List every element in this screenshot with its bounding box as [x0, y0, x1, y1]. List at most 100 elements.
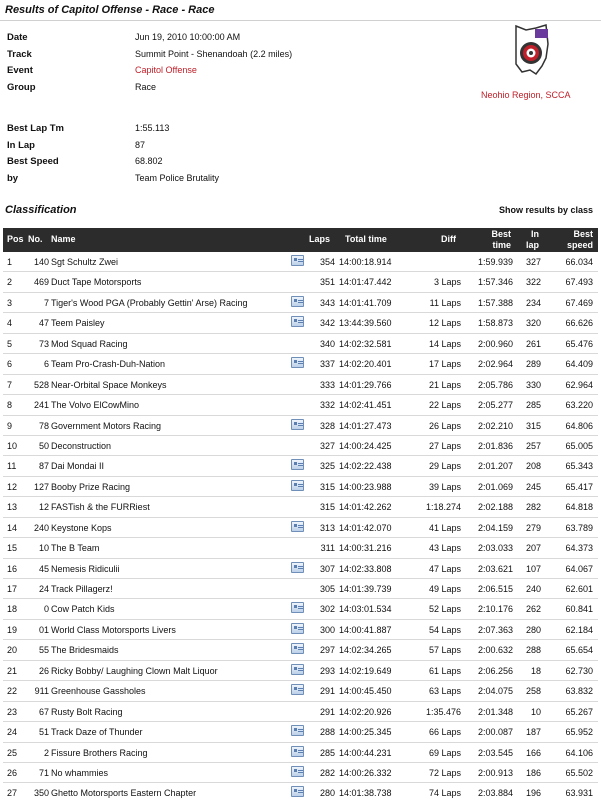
driver-card-icon[interactable]	[291, 357, 304, 369]
best-speed-cell: 67.469	[565, 297, 593, 308]
in-lap-cell: 262	[525, 604, 541, 615]
driver-card-icon[interactable]	[291, 725, 304, 737]
car-number-cell: 0	[43, 604, 49, 615]
driver-card-icon[interactable]	[291, 295, 304, 307]
team-name-cell: FASTish & the FURRiest	[51, 502, 150, 513]
table-row: 5 73 Mod Squad Racing 340 14:02:32.581 14 Lap…	[3, 334, 598, 355]
team-name-cell: Teem Paisley	[51, 318, 105, 329]
header-name[interactable]: Name	[51, 234, 76, 244]
driver-card-icon[interactable]	[291, 684, 304, 696]
best-time-cell: 2:05.786	[477, 379, 513, 390]
driver-card-icon[interactable]	[291, 561, 304, 573]
team-name-cell: Greenhouse Gassholes	[51, 686, 146, 697]
best-time-cell: 1:58.873	[477, 318, 513, 329]
driver-card-icon[interactable]	[291, 622, 304, 634]
position-cell: 6	[7, 359, 13, 370]
driver-card-icon[interactable]	[291, 602, 304, 614]
table-row: 24 51 Track Daze of Thunder 288 14:00:25.345…	[3, 722, 598, 743]
best-time-cell: 1:57.346	[477, 277, 513, 288]
total-time-cell: 14:02:20.401	[339, 359, 392, 370]
best-speed-cell: 64.373	[565, 543, 593, 554]
position-cell: 21	[7, 665, 18, 676]
in-lap-cell: 330	[525, 379, 541, 390]
header-in-lap-1[interactable]: In	[523, 229, 539, 239]
header-in-lap-2[interactable]: lap	[521, 240, 539, 250]
in-lap-cell: 282	[525, 502, 541, 513]
header-best-time-2[interactable]: time	[485, 240, 511, 250]
event-link[interactable]: Capitol Offense	[135, 65, 197, 75]
best-speed-cell: 63.832	[565, 686, 593, 697]
total-time-cell: 14:02:20.926	[339, 706, 392, 717]
total-time-cell: 14:01:42.262	[339, 502, 392, 513]
header-diff[interactable]: Diff	[441, 234, 456, 244]
total-time-cell: 14:00:23.988	[339, 481, 392, 492]
driver-card-icon[interactable]	[291, 418, 304, 430]
best-time-cell: 2:10.176	[477, 604, 513, 615]
header-laps[interactable]: Laps	[309, 234, 330, 244]
laps-cell: 300	[319, 624, 335, 635]
car-number-cell: 140	[33, 257, 49, 267]
best-time-cell: 2:03.033	[477, 543, 513, 554]
car-number-cell: 10	[38, 543, 49, 554]
stat-label: In Lap	[7, 139, 35, 151]
laps-cell: 332	[319, 400, 335, 411]
driver-card-icon[interactable]	[291, 786, 304, 798]
header-best-speed-1[interactable]: Best	[563, 229, 593, 239]
total-time-cell: 14:00:44.231	[339, 747, 392, 758]
car-number-cell: 50	[38, 440, 49, 451]
stat-row-in-lap: In Lap 87	[7, 140, 447, 154]
driver-card-icon[interactable]	[291, 520, 304, 532]
table-row: 18 0 Cow Patch Kids 302 14:03:01.534 52 Laps 2…	[3, 599, 598, 620]
header-total-time[interactable]: Total time	[345, 234, 387, 244]
header-best-time-1[interactable]: Best	[485, 229, 511, 239]
driver-card-icon[interactable]	[291, 663, 304, 675]
table-row: 10 50 Deconstruction 327 14:00:24.425 27 Laps…	[3, 436, 598, 457]
table-row: 27 350 Ghetto Motorsports Eastern Chapter 2…	[3, 783, 598, 800]
team-name-cell: World Class Motorsports Livers	[51, 624, 176, 635]
driver-card-icon[interactable]	[291, 765, 304, 777]
driver-card-icon[interactable]	[291, 255, 304, 266]
ohio-map-icon	[515, 24, 549, 76]
table-row: 11 87 Dai Mondai II 325 14:02:22.438 29 Laps 2…	[3, 456, 598, 477]
show-by-class-link[interactable]: Show results by class	[499, 205, 593, 215]
in-lap-cell: 322	[525, 277, 541, 288]
table-row: 26 71 No whammies 282 14:00:26.332 72 Laps 2:0…	[3, 763, 598, 784]
driver-card-icon[interactable]	[291, 459, 304, 471]
total-time-cell: 14:01:39.739	[339, 584, 392, 594]
table-row: 8 241 The Volvo ElCowMino 332 14:02:41.451 22…	[3, 395, 598, 416]
laps-cell: 291	[319, 686, 335, 697]
header-pos[interactable]: Pos	[7, 234, 24, 244]
car-number-cell: 350	[33, 788, 49, 799]
diff-cell: 66 Laps	[428, 727, 461, 738]
driver-card-icon[interactable]	[291, 643, 304, 655]
best-speed-cell: 63.931	[565, 788, 593, 799]
table-row: 1 140 Sgt Schultz Zwei 354 14:00:18.914 1:59.…	[3, 252, 598, 273]
team-name-cell: Deconstruction	[51, 440, 112, 451]
region-link[interactable]: Neohio Region, SCCA	[481, 90, 571, 100]
team-name-cell: Nemesis Ridiculii	[51, 563, 120, 574]
in-lap-cell: 207	[525, 543, 541, 554]
total-time-cell: 13:44:39.560	[339, 318, 392, 329]
total-time-cell: 14:01:47.442	[339, 277, 392, 288]
driver-card-icon[interactable]	[291, 745, 304, 757]
stat-value: Team Police Brutality	[135, 172, 220, 183]
header-best-speed-2[interactable]: speed	[558, 240, 593, 250]
car-number-cell: 241	[33, 400, 49, 411]
position-cell: 17	[7, 584, 18, 594]
table-row: 16 45 Nemesis Ridiculii 307 14:02:33.808 47 L…	[3, 559, 598, 579]
driver-card-icon[interactable]	[291, 479, 304, 491]
table-row: 20 55 The Bridesmaids 297 14:02:34.265 57 Lap…	[3, 640, 598, 661]
best-speed-cell: 64.409	[565, 359, 593, 370]
best-time-cell: 2:01.207	[477, 461, 513, 472]
team-name-cell: No whammies	[51, 767, 109, 778]
laps-cell: 311	[320, 543, 335, 554]
header-no[interactable]: No.	[28, 234, 43, 244]
table-row: 13 12 FASTish & the FURRiest 315 14:01:42.26…	[3, 497, 598, 518]
results-table-header: Pos No. Name Laps Total time Diff Best t…	[3, 228, 598, 252]
car-number-cell: 87	[38, 461, 49, 472]
laps-cell: 354	[319, 257, 335, 267]
driver-card-icon[interactable]	[291, 316, 304, 328]
position-cell: 15	[7, 543, 18, 554]
team-name-cell: Team Pro-Crash-Duh-Nation	[51, 359, 166, 370]
table-row: 23 67 Rusty Bolt Racing 291 14:02:20.926 1:35…	[3, 702, 598, 723]
